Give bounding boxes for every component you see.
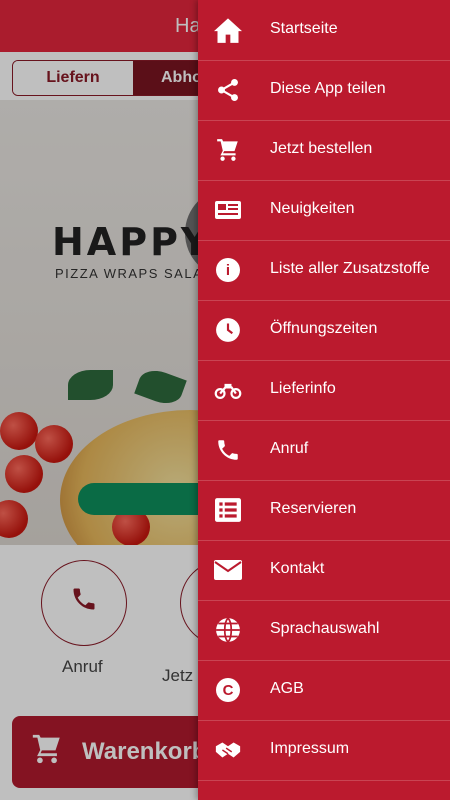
menu-item-label: Reservieren (270, 500, 357, 517)
menu-item-label: Anruf (270, 440, 309, 457)
menu-item-label: Sprachauswahl (270, 620, 380, 637)
menu-item-startseite[interactable]: Startseite (198, 0, 450, 61)
handshake-icon (214, 736, 242, 764)
menu-item-call[interactable]: Anruf (198, 420, 450, 481)
menu-item-label: Impressum (270, 740, 350, 757)
list-icon (214, 496, 242, 524)
menu-item-label: AGB (270, 680, 304, 697)
envelope-icon (214, 556, 242, 584)
cart-icon (214, 136, 242, 164)
copyright-icon: C (214, 676, 242, 704)
menu-item-label: Lieferinfo (270, 380, 336, 397)
menu-item-agb[interactable]: C AGB (198, 660, 450, 721)
menu-item-label: Öffnungszeiten (270, 320, 378, 337)
share-icon (214, 76, 242, 104)
phone-icon (214, 436, 242, 464)
menu-item-label: Jetzt bestellen (270, 140, 373, 157)
menu-item-news[interactable]: Neuigkeiten (198, 180, 450, 241)
menu-item-contact[interactable]: Kontakt (198, 540, 450, 601)
menu-item-reserve[interactable]: Reservieren (198, 480, 450, 541)
menu-item-share[interactable]: Diese App teilen (198, 60, 450, 121)
menu-item-label: Neuigkeiten (270, 200, 355, 217)
newspaper-icon (214, 196, 242, 224)
clock-icon (214, 316, 242, 344)
menu-item-label: Liste aller Zusatzstoffe (270, 260, 430, 277)
motorbike-icon (214, 376, 242, 404)
home-icon (214, 16, 242, 44)
globe-icon (214, 616, 242, 644)
menu-item-imprint[interactable]: Impressum (198, 720, 450, 781)
menu-item-order[interactable]: Jetzt bestellen (198, 120, 450, 181)
menu-item-opening-hours[interactable]: Öffnungszeiten (198, 300, 450, 361)
menu-item-language[interactable]: Sprachauswahl (198, 600, 450, 661)
menu-item-additives[interactable]: i Liste aller Zusatzstoffe (198, 240, 450, 301)
info-icon: i (214, 256, 242, 284)
menu-item-delivery-info[interactable]: Lieferinfo (198, 360, 450, 421)
menu-item-label: Kontakt (270, 560, 325, 577)
navigation-drawer: Startseite Diese App teilen Jetzt bestel… (198, 0, 450, 800)
menu-item-label: Diese App teilen (270, 80, 386, 97)
menu-item-label: Startseite (270, 20, 338, 37)
